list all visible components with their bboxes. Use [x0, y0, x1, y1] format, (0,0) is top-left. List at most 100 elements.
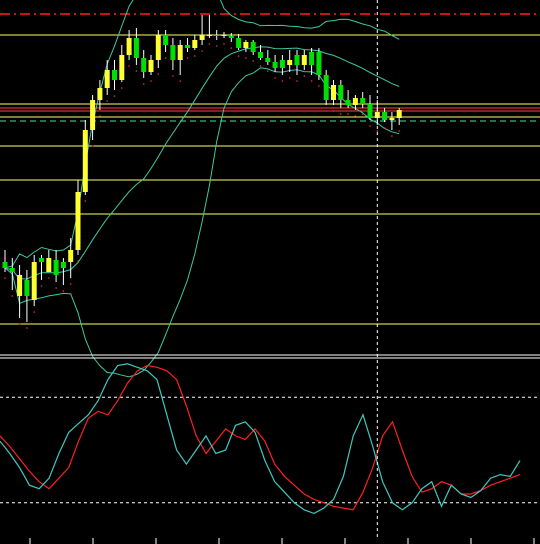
sar-dot	[135, 70, 138, 72]
candle-body	[316, 52, 322, 75]
sar-dot	[267, 70, 269, 72]
candle-body	[331, 85, 336, 100]
sar-dot	[48, 277, 50, 279]
sar-dot	[99, 115, 101, 117]
sar-dot	[332, 110, 335, 112]
candle-body	[170, 45, 176, 60]
sar-dot	[172, 75, 174, 77]
sar-dot	[369, 125, 371, 127]
sar-dot	[11, 295, 14, 297]
sar-dot	[128, 65, 130, 67]
candle-body	[17, 275, 23, 296]
sar-dot	[18, 323, 21, 325]
sar-dot	[325, 110, 328, 112]
sar-dot	[318, 85, 320, 87]
candle-body	[221, 35, 227, 36]
candle-body	[9, 268, 15, 272]
sar-dot	[142, 83, 145, 85]
candle-body	[163, 35, 169, 45]
candle-body	[294, 55, 300, 65]
candle-body	[396, 110, 402, 118]
candle-body	[258, 52, 263, 58]
candle-body	[141, 58, 147, 72]
candle-body	[39, 258, 44, 262]
candle-body	[382, 112, 388, 120]
sar-dot	[391, 135, 393, 137]
candle-body	[177, 45, 183, 60]
candle-body	[243, 42, 249, 48]
candle-body	[46, 258, 52, 272]
candle-body	[82, 130, 88, 192]
sar-dot	[157, 73, 160, 75]
sar-dot	[121, 87, 123, 89]
sar-dot	[288, 77, 291, 79]
sar-dot	[69, 283, 72, 285]
sar-dot	[150, 80, 152, 82]
sar-dot	[361, 113, 364, 115]
sar-dot	[40, 285, 43, 287]
candle-body	[24, 280, 30, 296]
candle-body	[287, 60, 293, 65]
candle-body	[352, 98, 358, 105]
candle-body	[60, 262, 66, 268]
candle-body	[272, 62, 278, 68]
sar-dot	[281, 80, 284, 82]
sar-dot	[91, 145, 94, 147]
sar-dot	[4, 277, 6, 279]
candle-body	[185, 45, 190, 48]
candle-body	[323, 75, 329, 100]
sar-dot	[340, 113, 342, 115]
sar-dot	[164, 57, 167, 59]
candle-body	[97, 88, 103, 100]
candle-body	[345, 100, 351, 105]
candle-body	[119, 55, 125, 80]
sar-dot	[106, 100, 108, 102]
sar-dot	[274, 77, 276, 79]
sar-dot	[26, 327, 28, 329]
sar-dot	[383, 127, 386, 129]
sar-dot	[310, 80, 313, 82]
sar-dot	[237, 55, 240, 57]
candle-body	[389, 118, 395, 120]
candle-body	[90, 100, 96, 130]
sar-dot	[376, 130, 379, 132]
candle-body	[2, 262, 8, 268]
candle-body	[155, 35, 161, 60]
sar-dot	[398, 130, 401, 132]
sar-dot	[259, 65, 262, 67]
candle-body	[214, 35, 220, 36]
sar-dot	[347, 113, 349, 115]
candle-body	[199, 35, 205, 40]
candle-body	[68, 250, 74, 262]
candle-body	[206, 35, 212, 36]
candle-body	[360, 98, 366, 104]
sar-dot	[252, 60, 254, 62]
candle-body	[75, 192, 81, 250]
sar-dot	[208, 43, 211, 45]
sar-dot	[223, 43, 225, 45]
sar-dot	[296, 80, 298, 82]
sar-dot	[354, 115, 357, 117]
candle-body	[250, 42, 256, 52]
candle-body	[279, 60, 285, 68]
sar-dot	[113, 95, 116, 97]
sar-dot	[77, 260, 79, 262]
sar-dot	[215, 45, 218, 47]
sar-dot	[186, 57, 189, 59]
candle-body	[133, 38, 139, 58]
candle-body	[31, 262, 37, 300]
sar-dot	[303, 75, 306, 77]
sar-dot	[55, 287, 57, 289]
candle-body	[228, 36, 234, 38]
sar-dot	[245, 57, 247, 59]
sar-dot	[33, 311, 35, 313]
candle-body	[338, 85, 344, 100]
candle-body	[309, 52, 315, 65]
candle-body	[301, 55, 307, 65]
candle-body	[53, 260, 59, 275]
sar-dot	[230, 47, 233, 49]
chart-stage	[0, 0, 540, 544]
candle-body	[265, 58, 271, 62]
candle-body	[112, 70, 117, 80]
candle-body	[148, 60, 154, 72]
